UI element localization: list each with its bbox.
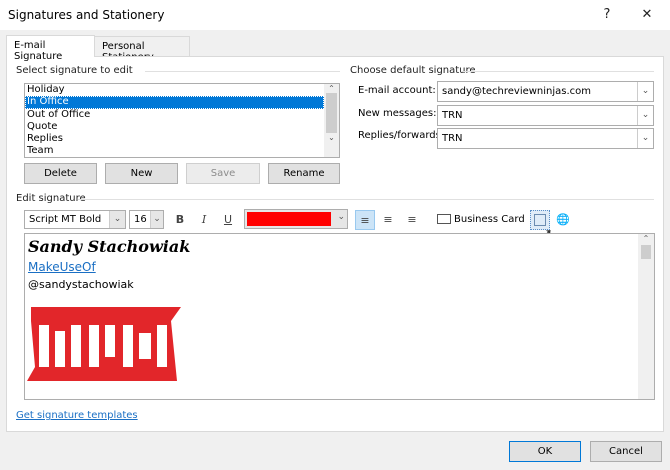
- replies-forwards-label: Replies/forwards:: [358, 130, 445, 141]
- save-button[interactable]: Save: [186, 163, 260, 184]
- chevron-down-icon: ⌄: [637, 106, 653, 125]
- list-item[interactable]: Replies: [25, 133, 324, 145]
- close-button[interactable]: ✕: [632, 4, 662, 26]
- business-card-label: Business Card: [454, 214, 525, 225]
- editor-scrollbar[interactable]: ⌃: [638, 234, 654, 399]
- new-messages-select[interactable]: TRN ⌄: [437, 105, 654, 126]
- window-title: Signatures and Stationery: [8, 8, 165, 22]
- signature-list[interactable]: Holiday In Office Out of Office Quote Re…: [24, 83, 340, 158]
- bold-button[interactable]: B: [170, 210, 190, 230]
- signature-name: Sandy Stachowiak: [28, 237, 191, 256]
- list-item[interactable]: Out of Office: [25, 109, 324, 121]
- hyperlink-icon[interactable]: 🌐: [553, 210, 573, 230]
- select-signature-heading: Select signature to edit: [16, 65, 133, 76]
- chevron-down-icon: ⌄: [637, 129, 653, 148]
- font-select[interactable]: Script MT Bold ⌄: [24, 210, 126, 229]
- list-item-selected[interactable]: In Office: [25, 96, 324, 109]
- list-item[interactable]: Holiday: [25, 84, 324, 96]
- ok-button[interactable]: OK: [509, 441, 581, 462]
- signature-editor[interactable]: Sandy Stachowiak MakeUseOf @sandystachow…: [24, 233, 655, 400]
- picture-icon: [534, 214, 546, 226]
- replies-forwards-select[interactable]: TRN ⌄: [437, 128, 654, 149]
- italic-button[interactable]: I: [194, 210, 214, 230]
- align-right-button[interactable]: ≡: [402, 210, 422, 230]
- muo-logo-image: [27, 307, 181, 381]
- edit-signature-heading: Edit signature: [16, 193, 86, 204]
- replies-forwards-value: TRN: [442, 133, 463, 144]
- new-button[interactable]: New: [105, 163, 178, 184]
- email-account-value: sandy@techreviewninjas.com: [442, 86, 592, 97]
- cancel-button[interactable]: Cancel: [590, 441, 662, 462]
- new-messages-value: TRN: [442, 110, 463, 121]
- underline-button[interactable]: U: [218, 210, 238, 230]
- email-account-label: E-mail account:: [358, 85, 436, 96]
- chevron-down-icon: ⌄: [637, 82, 653, 101]
- tab-email-signature[interactable]: E-mail Signature: [6, 35, 95, 62]
- get-signature-templates-link[interactable]: Get signature templates: [16, 410, 138, 421]
- chevron-down-icon: ⌄: [150, 211, 163, 228]
- chevron-down-icon: ⌄: [109, 211, 125, 228]
- chevron-down-icon: ⌄: [337, 212, 345, 222]
- title-bar: Signatures and Stationery ? ✕: [0, 0, 670, 30]
- help-button[interactable]: ?: [592, 4, 622, 26]
- list-item[interactable]: Team: [25, 145, 324, 157]
- font-size-value: 16: [134, 214, 147, 225]
- default-signature-heading: Choose default signature: [350, 65, 476, 76]
- list-item[interactable]: Quote: [25, 121, 324, 133]
- tab-personal-stationery[interactable]: Personal Stationery: [94, 36, 190, 63]
- delete-button[interactable]: Delete: [24, 163, 97, 184]
- email-account-select[interactable]: sandy@techreviewninjas.com ⌄: [437, 81, 654, 102]
- font-color-swatch: [247, 212, 331, 226]
- font-color-select[interactable]: ⌄: [244, 209, 348, 229]
- font-size-select[interactable]: 16 ⌄: [129, 210, 164, 229]
- dialog-footer: OK Cancel: [0, 437, 670, 470]
- rename-button[interactable]: Rename: [268, 163, 340, 184]
- new-messages-label: New messages:: [358, 108, 437, 119]
- font-value: Script MT Bold: [29, 214, 102, 225]
- scroll-thumb[interactable]: [641, 245, 651, 259]
- scroll-thumb[interactable]: [326, 93, 337, 133]
- align-left-button[interactable]: ≡: [355, 210, 375, 230]
- align-center-button[interactable]: ≡: [378, 210, 398, 230]
- list-scrollbar[interactable]: ⌃ ⌄: [324, 84, 339, 157]
- business-card-icon: [437, 214, 451, 224]
- business-card-button[interactable]: Business Card: [437, 212, 525, 230]
- signature-handle: @sandystachowiak: [28, 278, 134, 291]
- signature-link[interactable]: MakeUseOf: [28, 260, 96, 274]
